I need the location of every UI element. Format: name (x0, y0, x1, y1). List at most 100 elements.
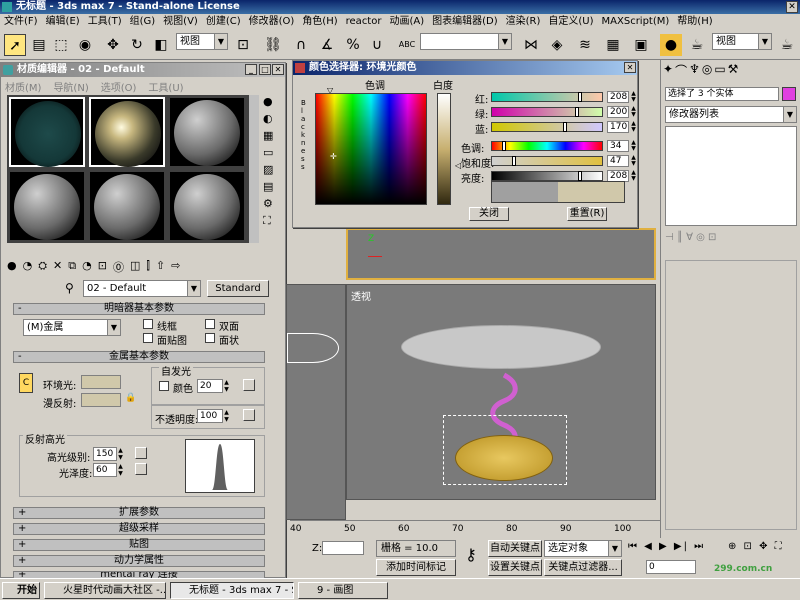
menu-item-3[interactable]: 组(G) (130, 14, 156, 30)
key-mode-combo[interactable]: 选定对象 ▼ (544, 540, 622, 557)
spec-level-spinner[interactable]: ▲ ▼ (117, 447, 124, 461)
uv-tiling-icon[interactable]: ▭ (263, 146, 283, 159)
reset-button[interactable]: 重置(R) (567, 207, 607, 221)
lock-ambient-icon[interactable]: C (19, 373, 33, 393)
display-tab-icon[interactable]: ▭ (714, 62, 725, 84)
region-select-icon[interactable]: ⬚ (50, 34, 72, 56)
key-filters-button[interactable]: 关键点过滤器... (544, 559, 622, 576)
spinner-snap-icon[interactable]: ∪ (366, 34, 388, 56)
viewport-left[interactable]: Z (346, 228, 656, 280)
snap-3d-icon[interactable]: ∩ (290, 34, 312, 56)
modifier-list-combo[interactable]: 修改器列表 ▼ (665, 106, 797, 123)
link-icon[interactable]: ⛓ (262, 34, 284, 56)
two-sided-checkbox[interactable] (205, 319, 215, 329)
gloss-field[interactable]: 60 (93, 463, 117, 477)
modify-tab-icon[interactable]: ⌒ (675, 62, 687, 84)
video-check-icon[interactable]: ▨ (263, 163, 283, 176)
menu-item-14[interactable]: 帮助(H) (677, 14, 712, 30)
backlight-icon[interactable]: ◐ (263, 112, 283, 125)
channel-spinner-4[interactable]: ▲ ▼ (630, 155, 637, 167)
self-illum-field[interactable]: 20 (197, 379, 223, 393)
channel-value-field-4[interactable]: 47 (607, 155, 629, 167)
material-menu-item-0[interactable]: 材质(M) (5, 79, 41, 94)
gloss-map-button[interactable] (135, 463, 147, 475)
rollout-maps[interactable]: + 贴图 (13, 539, 265, 551)
channel-value-field-2[interactable]: 170 (607, 121, 629, 133)
sample-slot-3[interactable] (169, 97, 245, 167)
channel-slider-handle[interactable] (575, 107, 579, 117)
make-preview-icon[interactable]: ▤ (263, 180, 283, 193)
self-illum-checkbox[interactable] (159, 381, 169, 391)
rollout-shader-basic[interactable]: - 明暗器基本参数 (13, 303, 265, 315)
set-key-button[interactable]: 设置关键点 (488, 559, 542, 576)
close-button[interactable]: 关闭 (469, 207, 509, 221)
render-type-combo[interactable]: 视图 ▼ (712, 33, 772, 50)
gloss-spinner[interactable]: ▲ ▼ (117, 463, 124, 477)
ambient-swatch[interactable] (81, 375, 121, 389)
channel-slider-3[interactable] (491, 141, 603, 151)
faceted-checkbox[interactable] (205, 333, 215, 343)
add-time-tag-button[interactable]: 添加时间标记 (376, 559, 456, 576)
auto-key-button[interactable]: 自动关键点 (488, 540, 542, 557)
minimize-icon[interactable]: _ (245, 64, 257, 75)
menu-item-9[interactable]: 动画(A) (389, 14, 424, 30)
menu-item-10[interactable]: 图表编辑器(D) (432, 14, 498, 30)
show-map-icon[interactable]: ◫ (130, 259, 140, 277)
options-icon[interactable]: ⚙ (263, 197, 283, 210)
shader-type-combo[interactable]: (M)金属 ▼ (23, 319, 121, 336)
material-menu-item-3[interactable]: 工具(U) (148, 79, 183, 94)
sample-slot-2[interactable] (89, 97, 165, 167)
menu-item-4[interactable]: 视图(V) (163, 14, 198, 30)
playback-controls[interactable]: ⏮ ◀ ▶ ▶| ⏭ (628, 541, 705, 552)
put-to-scene-icon[interactable]: ◔ (23, 259, 33, 277)
align-icon[interactable]: ◈ (546, 34, 568, 56)
channel-slider-0[interactable] (491, 92, 603, 102)
material-name-combo[interactable]: 02 - Default ▼ (83, 280, 201, 297)
angle-snap-icon[interactable]: ∡ (316, 34, 338, 56)
material-type-button[interactable]: Standard (207, 280, 269, 297)
menu-item-13[interactable]: MAXScript(M) (602, 14, 670, 30)
channel-spinner-1[interactable]: ▲ ▼ (630, 106, 637, 118)
close-icon[interactable]: ✕ (272, 64, 284, 75)
material-menu-item-1[interactable]: 导航(N) (53, 79, 88, 94)
task-browser[interactable]: 火星时代动画大社区 -... (44, 582, 166, 599)
show-end-icon[interactable]: ⫿ (146, 259, 150, 277)
named-selection-icon[interactable]: ABC (396, 34, 418, 56)
rollout-supersampling[interactable]: + 超级采样 (13, 523, 265, 535)
object-color-swatch[interactable] (782, 87, 796, 101)
render-scene-icon[interactable]: ☕ (686, 34, 708, 56)
menu-item-5[interactable]: 创建(C) (206, 14, 241, 30)
face-map-checkbox[interactable] (143, 333, 153, 343)
background-icon[interactable]: ▦ (263, 129, 283, 142)
channel-slider-4[interactable] (491, 156, 603, 166)
rollout-metal-basic[interactable]: - 金属基本参数 (13, 351, 265, 363)
close-icon[interactable]: ✕ (786, 1, 798, 13)
viewport-perspective[interactable]: 透视 (346, 284, 656, 500)
quick-render-icon[interactable]: ☕ (776, 34, 798, 56)
channel-value-field-0[interactable]: 208 (607, 91, 629, 103)
channel-spinner-5[interactable]: ▲ ▼ (630, 170, 637, 182)
close-icon[interactable]: ✕ (624, 62, 636, 73)
opacity-field[interactable]: 100 (197, 409, 223, 423)
modifier-stack[interactable] (665, 126, 797, 226)
key-icon[interactable]: ⚷ (460, 544, 482, 566)
pivot-icon[interactable]: ⊡ (232, 34, 254, 56)
create-tab-icon[interactable]: ✦ (663, 62, 673, 84)
menu-item-6[interactable]: 修改器(O) (249, 14, 295, 30)
opacity-map-button[interactable] (243, 409, 255, 421)
channel-slider-handle[interactable] (502, 141, 506, 151)
z-coordinate-field[interactable] (322, 541, 364, 555)
channel-spinner-0[interactable]: ▲ ▼ (630, 91, 637, 103)
pick-material-icon[interactable]: ⚲ (65, 281, 74, 295)
channel-value-field-3[interactable]: 34 (607, 140, 629, 152)
named-selection-combo[interactable]: ▼ (420, 33, 512, 50)
sample-slot-5[interactable] (89, 171, 165, 241)
channel-spinner-2[interactable]: ▲ ▼ (630, 121, 637, 133)
maximize-icon[interactable]: □ (259, 64, 271, 75)
select-by-name-icon[interactable]: ▤ (28, 34, 50, 56)
reference-coord-combo[interactable]: 视图 ▼ (176, 33, 228, 50)
menu-item-7[interactable]: 角色(H) (302, 14, 337, 30)
hue-blackness-field[interactable]: ✛ (315, 93, 427, 205)
whiteness-bar[interactable] (437, 93, 451, 205)
copy-icon[interactable]: ⧉ (68, 259, 76, 277)
